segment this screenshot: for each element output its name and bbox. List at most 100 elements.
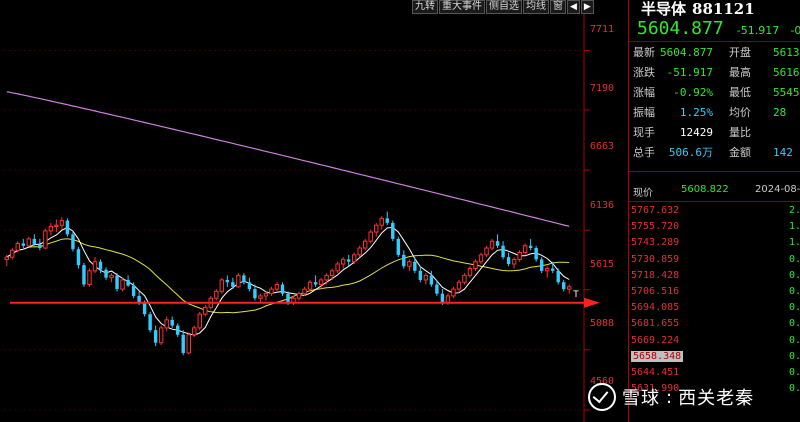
price-change: -51.917 bbox=[736, 24, 780, 37]
price-row: 5604.877 -51.917 -0.9 bbox=[637, 18, 800, 39]
y-tick-label: 5615 bbox=[590, 259, 615, 270]
quote-label: 最新 bbox=[633, 46, 655, 59]
divider bbox=[629, 41, 800, 42]
candle-up bbox=[48, 225, 54, 232]
toolbar-ma-button[interactable]: 均线 bbox=[523, 0, 549, 14]
candle-up bbox=[263, 293, 269, 297]
toolbar-watchlist-button[interactable]: 侧自选 bbox=[486, 0, 522, 14]
tick-price: 5706.516 bbox=[631, 286, 680, 297]
tick-ratio: 0. bbox=[789, 302, 800, 314]
next-arrow-icon[interactable]: ▶ bbox=[580, 0, 594, 14]
candle-down bbox=[402, 254, 406, 267]
candle-up bbox=[219, 279, 225, 292]
candle-down bbox=[21, 243, 26, 246]
candle-up bbox=[120, 279, 125, 290]
tick-ratio: 0.0 bbox=[789, 350, 800, 362]
candle-down bbox=[38, 244, 42, 249]
candle-down bbox=[104, 269, 108, 278]
candle-down bbox=[550, 268, 555, 271]
quote-label: 总手 bbox=[633, 146, 655, 159]
price-change-pct: -0.9 bbox=[790, 24, 800, 37]
candle-down bbox=[225, 279, 230, 283]
candle-up bbox=[567, 286, 572, 290]
candle-down bbox=[82, 265, 86, 285]
tick-price: 5767.632 bbox=[631, 205, 680, 216]
quote-value: 5545 bbox=[773, 86, 800, 99]
y-tick-label: 6136 bbox=[590, 200, 615, 211]
candle-up bbox=[544, 268, 550, 272]
candle-down bbox=[32, 238, 37, 245]
candle-down bbox=[440, 293, 445, 303]
toolbar-window-button[interactable]: 窗 bbox=[550, 0, 566, 14]
candle-down bbox=[98, 261, 103, 270]
candle-up bbox=[26, 238, 32, 247]
xueqiu-logo-icon bbox=[588, 383, 616, 411]
candle-up bbox=[269, 288, 274, 295]
toolbar-major-events-button[interactable]: 重大事件 bbox=[439, 0, 485, 14]
quote-row-total: 总手 506.6万 金额 142 bbox=[633, 143, 800, 163]
y-tick-label: 7711 bbox=[590, 24, 615, 35]
tick-ratio: 0. bbox=[789, 334, 800, 346]
candle-up bbox=[15, 242, 20, 251]
toolbar-nine-turn-button[interactable]: 九转 bbox=[412, 0, 438, 14]
candle-down bbox=[495, 241, 500, 246]
watermark-separator: : bbox=[666, 386, 673, 408]
candle-down bbox=[175, 325, 180, 335]
candle-up bbox=[236, 274, 241, 288]
candle-up bbox=[43, 230, 48, 249]
candle-down bbox=[435, 284, 439, 294]
candle-up bbox=[87, 270, 92, 286]
candle-up bbox=[109, 274, 114, 279]
kline-chart[interactable]: T bbox=[0, 0, 628, 422]
tick-price: 5681.655 bbox=[631, 318, 680, 330]
y-tick-label: 7190 bbox=[590, 83, 615, 94]
candle-down bbox=[539, 259, 544, 271]
quote-row-change: 涨跌 -51.917 最高 5616 bbox=[633, 63, 800, 83]
stock-title: 半导体 881121 bbox=[641, 0, 755, 19]
quote-value: -51.917 bbox=[666, 66, 713, 79]
quote-row-latest: 最新 5604.877 开盘 5613 bbox=[633, 43, 800, 63]
tick-ratio: 0. bbox=[789, 269, 800, 281]
candle-down bbox=[65, 220, 70, 235]
candle-down bbox=[242, 275, 246, 283]
candle-up bbox=[456, 281, 462, 290]
quote-value: -0.92% bbox=[673, 86, 713, 99]
quote-label: 金额 bbox=[729, 146, 751, 159]
quote-label: 现手 bbox=[633, 126, 655, 139]
candle-down bbox=[126, 279, 130, 286]
tick-price: 5718.428 bbox=[631, 269, 680, 281]
candle-down bbox=[170, 319, 174, 326]
candle-up bbox=[522, 245, 528, 254]
current-price: 5608.822 bbox=[681, 184, 729, 195]
quote-row-amplitude: 振幅 1.25% 均价 28 bbox=[633, 103, 800, 123]
candle-up bbox=[164, 319, 169, 329]
candle-up bbox=[423, 274, 429, 281]
prev-arrow-icon[interactable]: ◀ bbox=[567, 0, 580, 14]
candle-down bbox=[418, 270, 423, 280]
tick-ratio: 0. bbox=[789, 253, 800, 265]
candle-up bbox=[307, 281, 313, 290]
candle-down bbox=[501, 245, 505, 258]
stock-name: 半导体 bbox=[641, 0, 687, 18]
candle-up bbox=[374, 224, 379, 233]
candle-down bbox=[280, 284, 285, 294]
tick-price: 5694.085 bbox=[631, 302, 680, 314]
current-date: 2024-08-0 bbox=[755, 184, 800, 195]
tick-price: 5755.720 bbox=[631, 221, 680, 233]
candle-down bbox=[286, 293, 290, 303]
candle-down bbox=[142, 302, 147, 315]
candle-up bbox=[92, 261, 98, 272]
candle-up bbox=[214, 290, 219, 299]
candle-up bbox=[362, 240, 368, 249]
candle-down bbox=[137, 295, 141, 303]
arrow-head-icon bbox=[584, 297, 600, 308]
tick-ratio: 0. bbox=[789, 318, 800, 330]
candle-up bbox=[379, 217, 384, 226]
candle-up bbox=[192, 327, 197, 336]
candle-up bbox=[59, 220, 65, 226]
candle-up bbox=[258, 295, 263, 299]
last-price: 5604.877 bbox=[637, 18, 724, 39]
tick-price: 5658.348 bbox=[631, 350, 684, 362]
candle-up bbox=[4, 256, 9, 260]
candle-up bbox=[473, 261, 478, 270]
